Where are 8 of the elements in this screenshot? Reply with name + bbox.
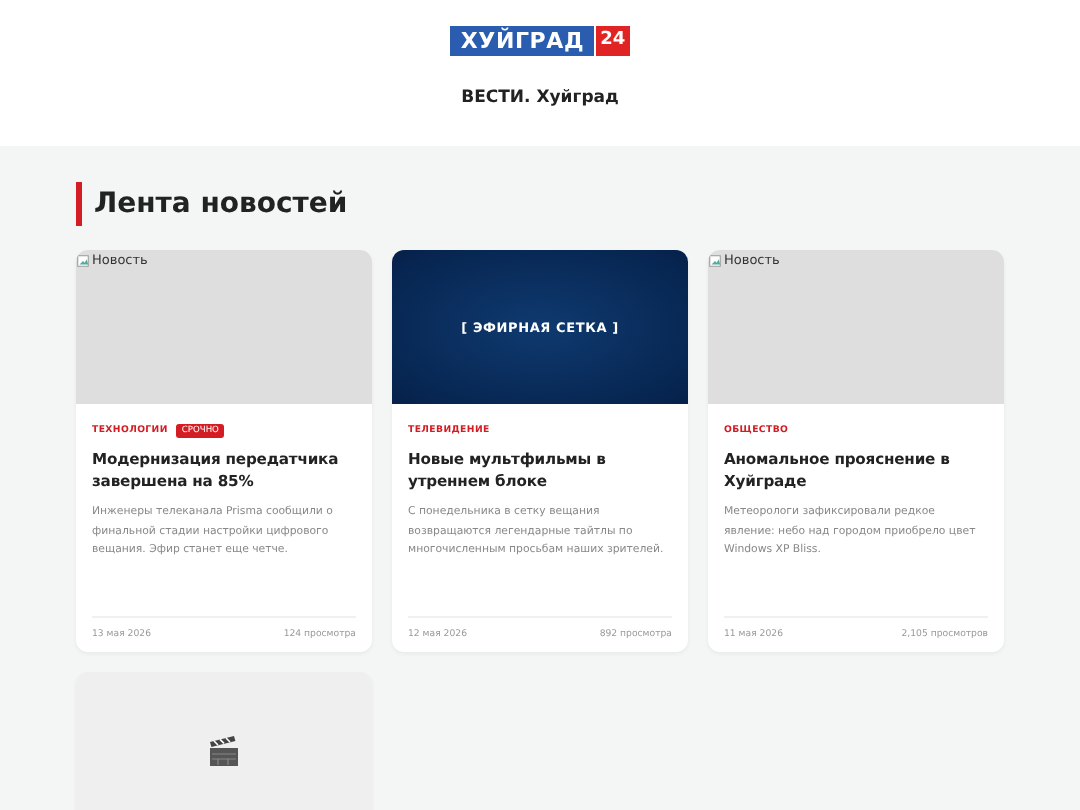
logo-number[interactable]: 24 [596,26,630,56]
clapperboard-icon [206,732,242,768]
section-title: Лента новостей [94,188,348,220]
broken-image-icon [76,253,90,267]
logo-text[interactable]: ХУЙГРАД [450,26,595,56]
site-title: ВЕСТИ. Хуйград [461,88,619,108]
section-accent-bar [76,182,82,226]
broken-image-icon [708,253,722,267]
